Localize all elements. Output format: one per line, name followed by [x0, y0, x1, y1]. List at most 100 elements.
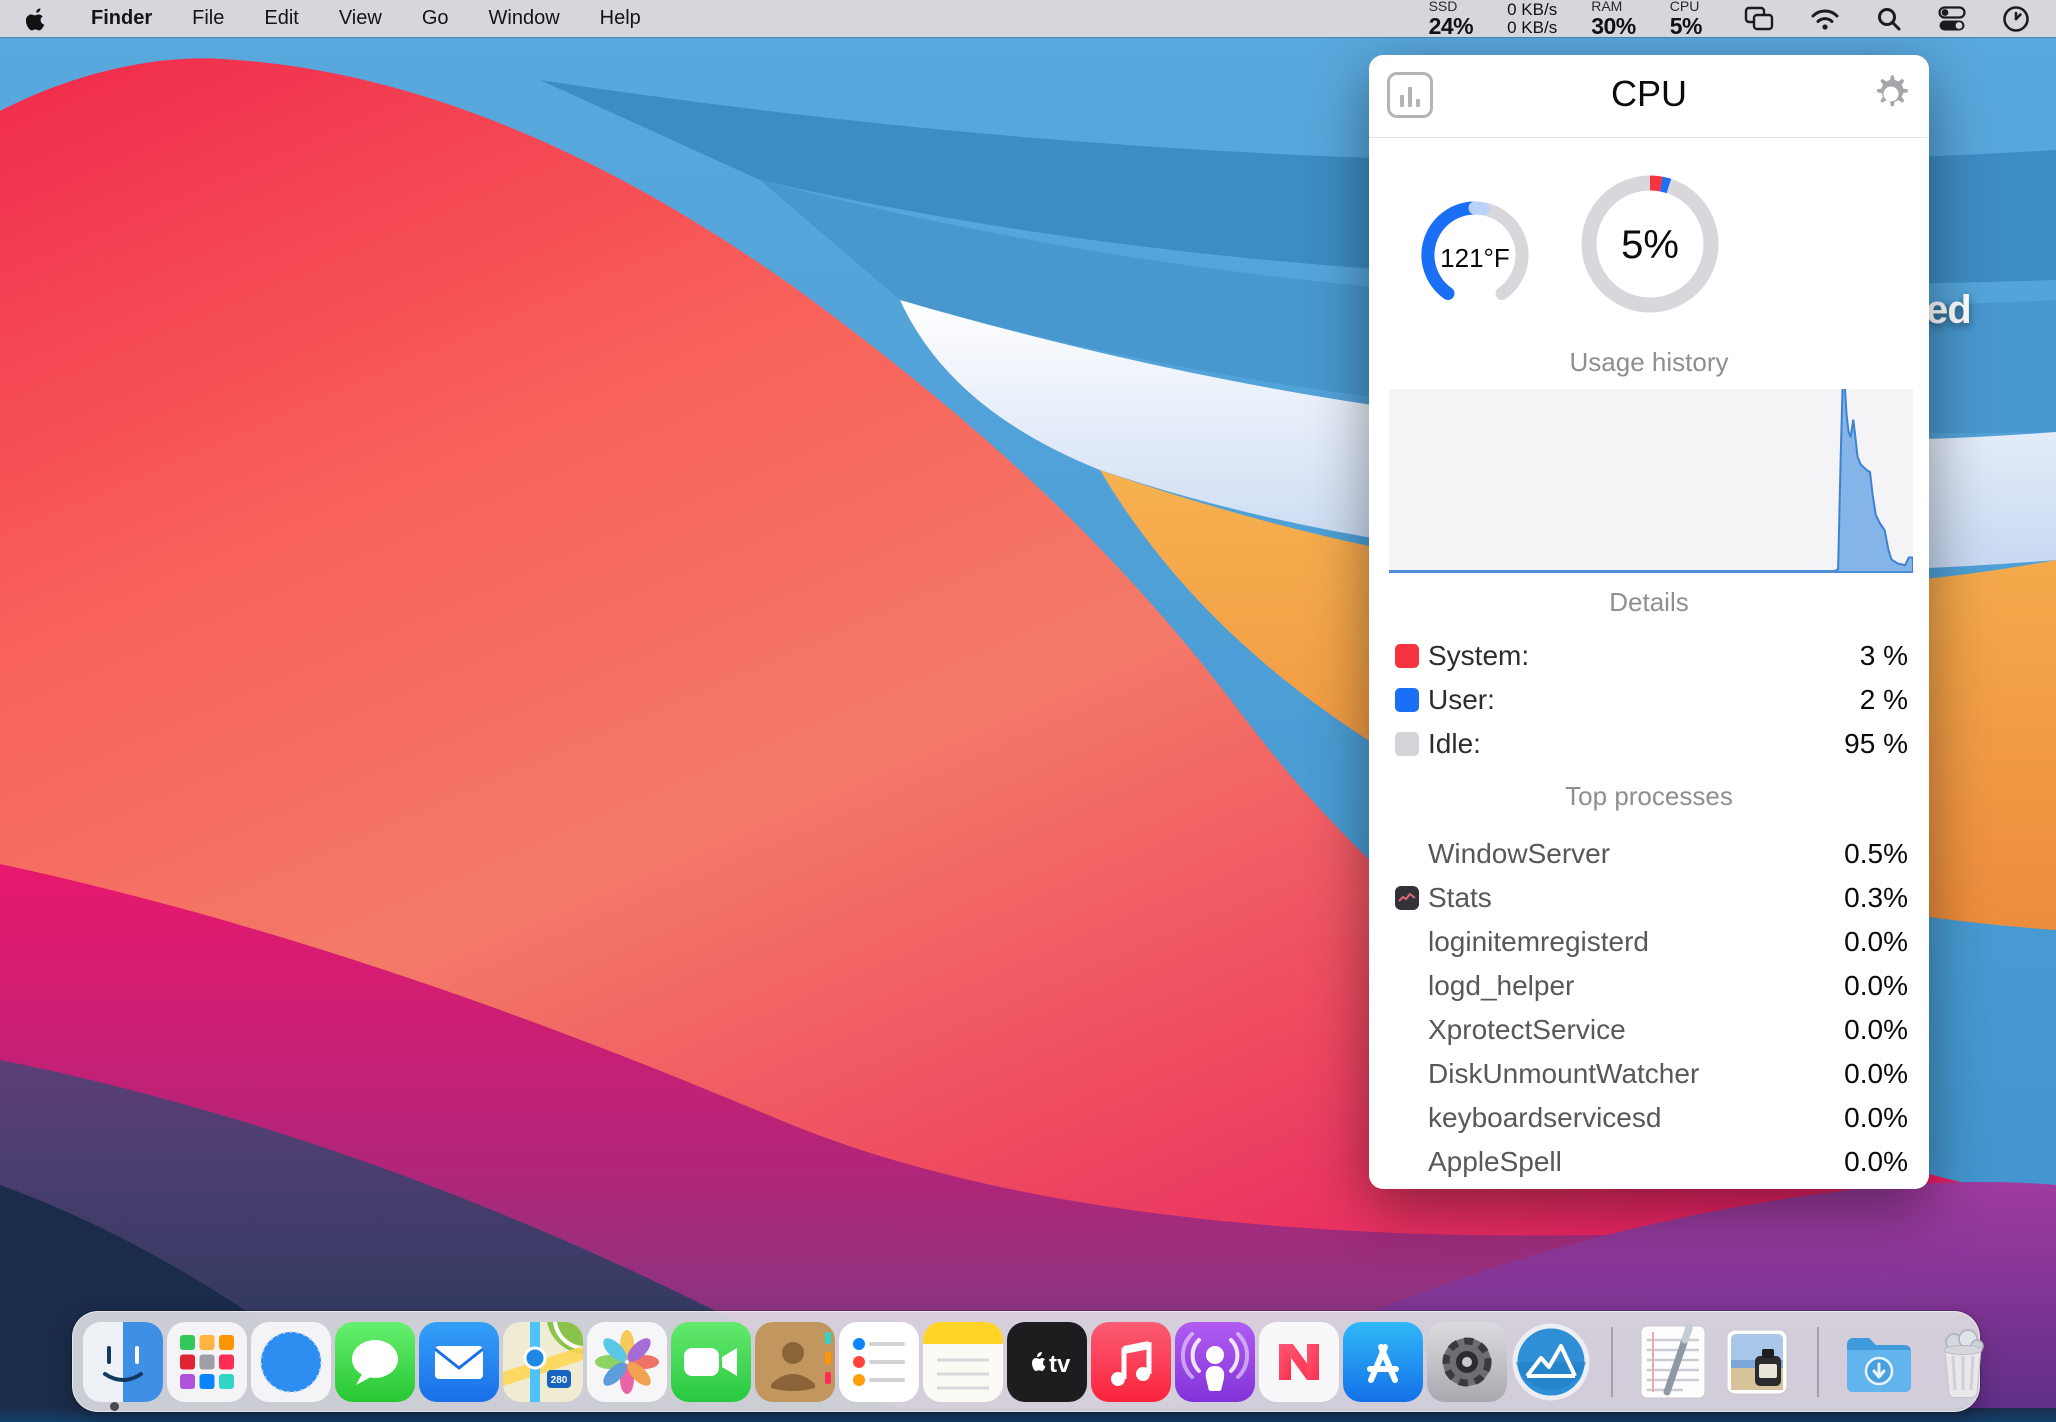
dock-textedit-window[interactable]	[1633, 1322, 1713, 1402]
process-row[interactable]: logd_helper 0.0%	[1395, 964, 1908, 1008]
detail-row-idle: Idle: 95 %	[1395, 722, 1908, 766]
dock-podcasts-icon[interactable]	[1175, 1322, 1255, 1402]
cpu-label: CPU	[1670, 0, 1700, 14]
system-label: System:	[1428, 640, 1529, 672]
process-row[interactable]: Stats 0.3%	[1395, 876, 1908, 920]
network-up: 0 KB/s	[1507, 1, 1557, 19]
process-name: Stats	[1428, 882, 1492, 914]
user-value: 2 %	[1860, 684, 1908, 716]
process-name: AppleSpell	[1428, 1146, 1562, 1178]
svg-text:tv: tv	[1049, 1351, 1071, 1378]
dock-divider	[1611, 1327, 1613, 1397]
gear-icon[interactable]	[1869, 72, 1913, 116]
idle-label: Idle:	[1428, 728, 1481, 760]
process-value: 0.0%	[1844, 1146, 1908, 1178]
svg-text:280: 280	[551, 1375, 568, 1386]
system-value: 3 %	[1860, 640, 1908, 672]
stats-app-icon	[1395, 886, 1419, 910]
top-processes-heading: Top processes	[1369, 781, 1929, 812]
usage-history-chart	[1389, 389, 1913, 573]
dock-mail-icon[interactable]	[419, 1322, 499, 1402]
screen-mirroring-icon[interactable]	[1744, 6, 1774, 32]
process-value: 0.0%	[1844, 970, 1908, 1002]
search-icon[interactable]	[1876, 6, 1902, 32]
dock-trash-icon[interactable]	[1923, 1322, 2003, 1402]
process-name: XprotectService	[1428, 1014, 1626, 1046]
stats-cpu-popover: CPU 121°F 5% Usage history Details Syste…	[1369, 55, 1929, 1189]
dock-safari-icon[interactable]	[251, 1322, 331, 1402]
ram-status-widget[interactable]: RAM 30%	[1591, 0, 1636, 38]
menu-item-window[interactable]: Window	[489, 7, 560, 30]
menu-item-edit[interactable]: Edit	[264, 7, 298, 30]
dock-reminders-icon[interactable]	[839, 1322, 919, 1402]
system-color-swatch	[1395, 644, 1419, 668]
finder-running-indicator	[110, 1402, 119, 1411]
dock-finder-icon[interactable]	[83, 1322, 163, 1402]
ssd-status-widget[interactable]: SSD 24%	[1429, 0, 1474, 38]
process-row[interactable]: AppleSpell 0.0%	[1395, 1140, 1908, 1184]
cpu-temperature-value: 121°F	[1440, 243, 1510, 273]
ram-label: RAM	[1591, 0, 1622, 14]
dock-launchpad-icon[interactable]	[167, 1322, 247, 1402]
wifi-icon[interactable]	[1810, 7, 1840, 31]
idle-value: 95 %	[1844, 728, 1908, 760]
detail-row-system: System: 3 %	[1395, 634, 1908, 678]
dock-preview-window[interactable]	[1717, 1322, 1797, 1402]
clock-icon[interactable]	[2002, 5, 2030, 33]
process-row[interactable]: DiskUnmountWatcher 0.0%	[1395, 1052, 1908, 1096]
menu-item-help[interactable]: Help	[600, 7, 641, 30]
dock-tv-icon[interactable]: tv	[1007, 1322, 1087, 1402]
dock-system-preferences-icon[interactable]	[1427, 1322, 1507, 1402]
menu-item-go[interactable]: Go	[422, 7, 449, 30]
dock-news-icon[interactable]	[1259, 1322, 1339, 1402]
dock-notes-icon[interactable]	[923, 1322, 1003, 1402]
network-down: 0 KB/s	[1507, 19, 1557, 37]
process-row[interactable]: loginitemregisterd 0.0%	[1395, 920, 1908, 964]
process-value: 0.0%	[1844, 1014, 1908, 1046]
process-value: 0.5%	[1844, 838, 1908, 870]
details-heading: Details	[1369, 587, 1929, 618]
dock-downloads-folder-icon[interactable]	[1839, 1322, 1919, 1402]
cpu-value: 5%	[1670, 14, 1702, 38]
usage-history-heading: Usage history	[1369, 347, 1929, 378]
user-color-swatch	[1395, 688, 1419, 712]
process-name: logd_helper	[1428, 970, 1574, 1002]
process-name: DiskUnmountWatcher	[1428, 1058, 1699, 1090]
dock-photos-icon[interactable]	[587, 1322, 667, 1402]
dock-maps-icon[interactable]: 280	[503, 1322, 583, 1402]
ram-value: 30%	[1591, 14, 1636, 38]
cpu-temperature-gauge: 121°F	[1415, 195, 1535, 315]
menu-item-view[interactable]: View	[339, 7, 382, 30]
process-value: 0.0%	[1844, 1058, 1908, 1090]
dock-contacts-icon[interactable]	[755, 1322, 835, 1402]
dock-mountain-app-icon[interactable]	[1511, 1322, 1591, 1402]
dock: 280	[72, 1311, 1980, 1412]
wallpaper-partial-text: ed	[1926, 288, 1971, 333]
process-row[interactable]: keyboardservicesd 0.0%	[1395, 1096, 1908, 1140]
dock-messages-icon[interactable]	[335, 1322, 415, 1402]
process-value: 0.3%	[1844, 882, 1908, 914]
process-value: 0.0%	[1844, 1102, 1908, 1134]
ssd-label: SSD	[1429, 0, 1458, 14]
menu-item-file[interactable]: File	[192, 7, 224, 30]
cpu-usage-value: 5%	[1621, 223, 1679, 267]
process-value: 0.0%	[1844, 926, 1908, 958]
cpu-status-widget[interactable]: CPU 5%	[1670, 0, 1702, 38]
panel-header: CPU	[1369, 55, 1929, 138]
user-label: User:	[1428, 684, 1495, 716]
process-row[interactable]: WindowServer 0.5%	[1395, 832, 1908, 876]
ssd-value: 24%	[1429, 14, 1474, 38]
dock-music-icon[interactable]	[1091, 1322, 1171, 1402]
process-name: loginitemregisterd	[1428, 926, 1649, 958]
control-center-icon[interactable]	[1938, 6, 1966, 32]
apple-menu-icon[interactable]	[26, 6, 47, 31]
cpu-usage-donut: 5%	[1575, 169, 1725, 319]
menu-item-finder[interactable]: Finder	[91, 7, 152, 30]
panel-title: CPU	[1369, 73, 1929, 115]
dock-facetime-icon[interactable]	[671, 1322, 751, 1402]
process-name: WindowServer	[1428, 838, 1610, 870]
detail-row-user: User: 2 %	[1395, 678, 1908, 722]
process-row[interactable]: XprotectService 0.0%	[1395, 1008, 1908, 1052]
network-status-widget[interactable]: 0 KB/s 0 KB/s	[1507, 1, 1557, 37]
dock-appstore-icon[interactable]	[1343, 1322, 1423, 1402]
